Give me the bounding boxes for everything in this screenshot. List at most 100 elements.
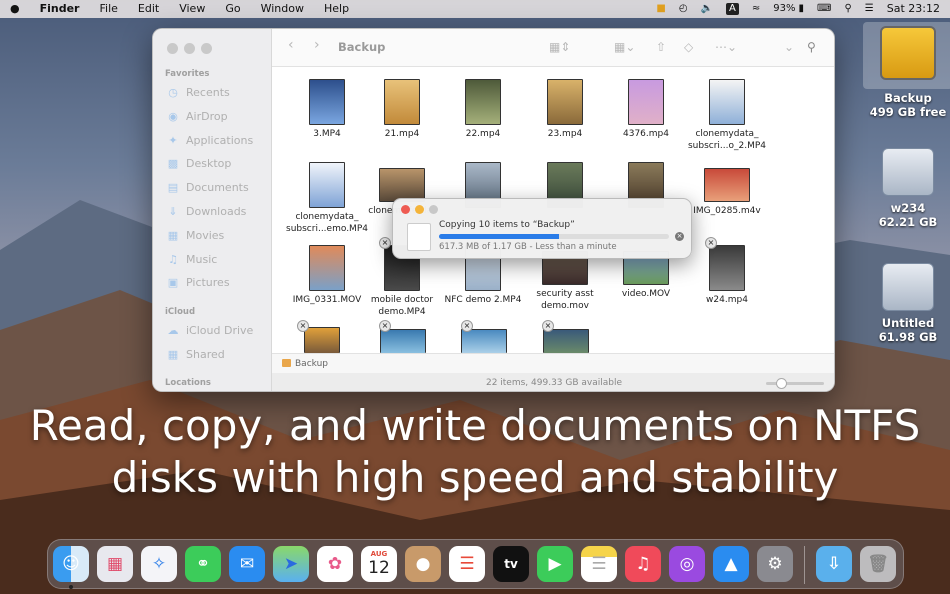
copy-cancel-badge-icon[interactable]: × [705, 237, 717, 249]
photos-icon[interactable]: ✿ [317, 546, 353, 582]
maps-icon[interactable]: ➤ [273, 546, 309, 582]
path-bar-item[interactable]: Backup [295, 359, 328, 369]
copy-cancel-badge-icon[interactable]: × [297, 320, 309, 332]
disk-size: 61.98 GB [878, 330, 938, 344]
copy-cancel-badge-icon[interactable]: × [379, 237, 391, 249]
menu-app-name[interactable]: Finder [30, 0, 90, 18]
back-chevron-icon[interactable]: ‹ [288, 37, 294, 53]
copy-cancel-badge-icon[interactable]: × [379, 320, 391, 332]
dialog-minimize-button[interactable] [415, 205, 424, 214]
time-machine-icon[interactable]: ◴ [679, 0, 688, 18]
finder-icon[interactable]: ☺ [53, 546, 89, 582]
video-thumbnail[interactable] [461, 329, 507, 353]
battery-percent[interactable]: 93% [773, 0, 795, 18]
system-preferences-icon[interactable]: ⚙ [757, 546, 793, 582]
volume-icon[interactable]: 🔈 [701, 0, 713, 18]
video-thumbnail[interactable] [304, 327, 340, 353]
tag-icon[interactable]: ◇ [684, 40, 693, 54]
slider-knob[interactable] [776, 378, 787, 389]
sidebar-item-pictures[interactable]: ▣ Pictures [167, 276, 230, 289]
sidebar-item-desktop[interactable]: ▩ Desktop [167, 157, 232, 170]
copy-progress-dialog: Copying 10 items to “Backup” 617.3 MB of… [392, 198, 692, 259]
sidebar-item-icloud-drive[interactable]: ☁ iCloud Drive [167, 324, 254, 337]
file-item[interactable]: 22.mp4 [438, 79, 528, 140]
keyboard-icon[interactable]: ⌨ [817, 0, 831, 18]
share-icon[interactable]: ⇧ [656, 40, 666, 54]
sidebar-item-recents[interactable]: ◷ Recents [167, 86, 230, 99]
sidebar-item-documents[interactable]: ▤ Documents [167, 181, 249, 194]
reminders-icon[interactable]: ☰ [449, 546, 485, 582]
launchpad-icon[interactable]: ▦ [97, 546, 133, 582]
messages-icon[interactable]: ⚭ [185, 546, 221, 582]
menu-file[interactable]: File [89, 0, 127, 18]
control-center-icon[interactable]: ☰ [865, 0, 874, 18]
calendar-icon[interactable]: AUG 12 [361, 546, 397, 582]
menu-help[interactable]: Help [314, 0, 359, 18]
podcasts-icon[interactable]: ◎ [669, 546, 705, 582]
trash-icon[interactable]: 🗑 [860, 546, 896, 582]
facetime-icon[interactable]: ▶ [537, 546, 573, 582]
expand-chevron-icon[interactable]: ⌄ [784, 40, 794, 54]
minimize-button[interactable] [184, 43, 195, 54]
notes-icon[interactable]: ☰ [581, 546, 617, 582]
copy-cancel-badge-icon[interactable]: × [461, 320, 473, 332]
ntfs-app-icon[interactable]: ■ [656, 0, 665, 18]
sidebar-item-movies[interactable]: ▦ Movies [167, 229, 225, 242]
sidebar-item-applications[interactable]: ✦ Applications [167, 134, 253, 147]
sidebar-item-airdrop[interactable]: ◉ AirDrop [167, 110, 227, 123]
menu-clock[interactable]: Sat 23:12 [887, 0, 940, 18]
desktop-disk-backup[interactable]: Backup 499 GB free [863, 22, 950, 119]
group-by-icon[interactable]: ▦⌄ [614, 40, 635, 54]
forward-chevron-icon[interactable]: › [314, 37, 320, 53]
file-item[interactable]: w24.mp4 [682, 245, 772, 306]
more-actions-icon[interactable]: ⋯⌄ [715, 40, 737, 54]
window-controls [167, 43, 218, 54]
input-source-icon[interactable]: A [726, 3, 739, 15]
menu-window[interactable]: Window [251, 0, 314, 18]
cancel-copy-icon[interactable]: × [675, 232, 684, 241]
copy-title: Copying 10 items to “Backup” [439, 220, 575, 230]
video-thumbnail[interactable] [543, 329, 589, 353]
disk-name: Backup [884, 91, 932, 105]
dialog-close-button[interactable] [401, 205, 410, 214]
status-text: 22 items, 499.33 GB available [485, 378, 623, 388]
disk-size: 499 GB free [869, 105, 947, 119]
desktop-disk-w234[interactable]: w234 62.21 GB [863, 148, 950, 229]
wifi-icon[interactable]: ≈ [752, 0, 760, 18]
spotlight-icon[interactable]: ⚲ [844, 0, 851, 18]
close-button[interactable] [167, 43, 178, 54]
file-item[interactable]: 21.mp4 [357, 79, 447, 140]
sidebar-item-music[interactable]: ♫ Music [167, 253, 217, 266]
apple-tv-icon[interactable]: tv [493, 546, 529, 582]
applications-icon: ✦ [168, 133, 178, 147]
document-icon [407, 223, 431, 251]
sidebar-item-downloads[interactable]: ⇓ Downloads [167, 205, 246, 218]
copy-cancel-badge-icon[interactable]: × [542, 320, 554, 332]
apple-menu-icon[interactable]: ● [0, 0, 30, 18]
icon-size-slider[interactable] [766, 378, 824, 389]
running-indicator [69, 585, 73, 589]
view-grid-icon[interactable]: ▦⇕ [549, 40, 570, 54]
menu-view[interactable]: View [169, 0, 215, 18]
file-item[interactable]: 23.mp4 [520, 79, 610, 140]
desktop-disk-untitled[interactable]: Untitled 61.98 GB [863, 263, 950, 344]
file-item[interactable]: clonemydata_ subscri...o_2.MP4 [682, 79, 772, 152]
downloads-folder-icon[interactable]: ⇩ [816, 546, 852, 582]
music-icon[interactable]: ♫ [625, 546, 661, 582]
copy-detail: 617.3 MB of 1.17 GB - Less than a minute [439, 242, 617, 252]
file-item[interactable]: IMG_0285.m4v [682, 162, 772, 217]
menu-go[interactable]: Go [215, 0, 250, 18]
contacts-icon[interactable]: ● [405, 546, 441, 582]
app-store-icon[interactable]: ▲ [713, 546, 749, 582]
dialog-zoom-button[interactable] [429, 205, 438, 214]
file-item[interactable]: 4376.mp4 [601, 79, 691, 140]
mail-icon[interactable]: ✉ [229, 546, 265, 582]
path-bar: Backup [272, 353, 834, 373]
battery-icon[interactable]: ▮ [799, 0, 805, 18]
safari-icon[interactable]: ✧ [141, 546, 177, 582]
menu-edit[interactable]: Edit [128, 0, 169, 18]
zoom-button[interactable] [201, 43, 212, 54]
video-thumbnail[interactable] [380, 329, 426, 353]
search-icon[interactable]: ⚲ [807, 40, 816, 54]
sidebar-item-shared[interactable]: ▦ Shared [167, 348, 225, 361]
